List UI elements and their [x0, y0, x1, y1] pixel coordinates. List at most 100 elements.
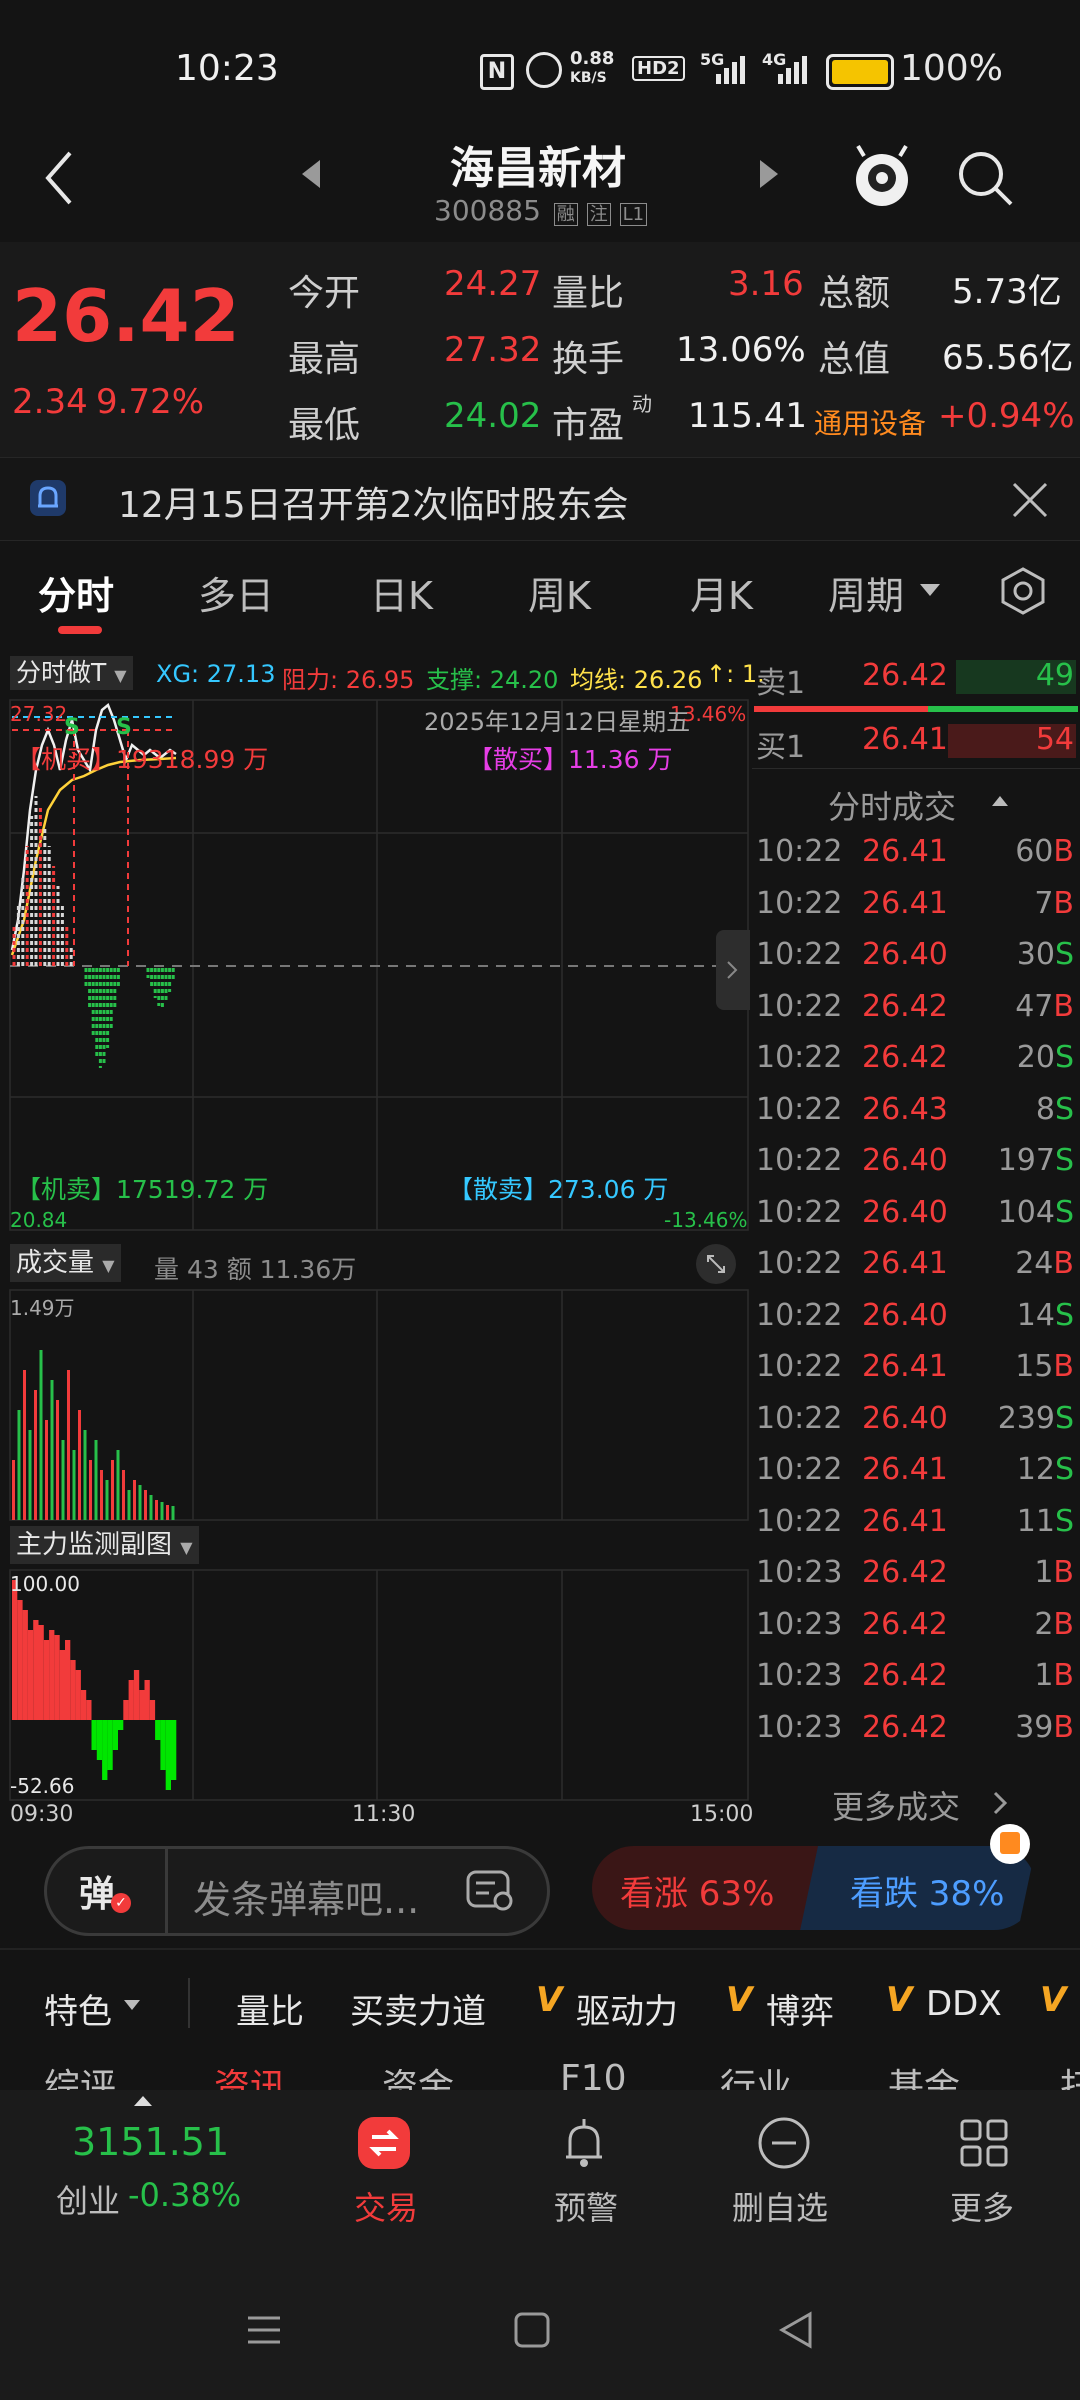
search-icon[interactable]: [955, 148, 1015, 208]
tab-monthly-k[interactable]: 月K: [690, 565, 753, 620]
volume-bar: [133, 1480, 136, 1520]
robot-assistant-icon[interactable]: [850, 142, 914, 212]
back-nav-icon[interactable]: [776, 2310, 816, 2350]
prev-stock-icon[interactable]: [300, 158, 324, 190]
feature-driving-force[interactable]: 驱动力: [576, 1984, 678, 2033]
price-change-pct: 9.72%: [96, 382, 205, 422]
trade-price: 26.40: [862, 1400, 948, 1436]
section-tab-more[interactable]: 扫: [1060, 2060, 1080, 2090]
tab-multi-day[interactable]: 多日: [198, 565, 274, 620]
volume-ratio-label: 量比: [552, 273, 625, 314]
index-value: 3151.51: [72, 2120, 230, 2164]
caret-up-icon[interactable]: [990, 792, 1010, 808]
section-tab-overview[interactable]: 综评: [44, 2060, 116, 2090]
index-ticker[interactable]: 3151.51 创业 -0.38%: [40, 2120, 260, 2230]
volume-bar: [144, 1490, 147, 1520]
section-tab-news[interactable]: 资讯: [214, 2060, 286, 2090]
tab-intraday[interactable]: 分时: [38, 565, 114, 620]
buy1-label: 买1: [756, 730, 806, 765]
sub-chart-selector[interactable]: 主力监测副图 ▼: [10, 1526, 199, 1564]
main-force-bar-down: [107, 1720, 113, 1770]
main-force-bar-up: [144, 1680, 150, 1720]
next-stock-icon[interactable]: [756, 158, 780, 190]
chart-expand-handle[interactable]: [716, 930, 750, 1010]
intraday-chart-panel[interactable]: SS 分时做T ▼ XG: 27.13 阻力: 26.95 支撑: 24.20 …: [0, 650, 765, 1830]
buy1-row: 买1 26.41 54: [752, 716, 1080, 768]
support-value: 支撑: 24.20: [426, 666, 559, 694]
bull-vote-button[interactable]: 看涨 63%: [592, 1846, 832, 1930]
section-tab-fund[interactable]: 基金: [888, 2060, 960, 2090]
bottom-area: 弹 ✓ 发条弹幕吧... 看涨 63% 看跌 38% 特色 量比 买卖力道 V …: [0, 1824, 1080, 2400]
feature-ddx[interactable]: DDX: [926, 1984, 1002, 2024]
volume-bar: [78, 1410, 81, 1520]
danmu-toggle[interactable]: 弹 ✓: [47, 1849, 168, 1933]
nav-remove-watchlist[interactable]: 删自选: [710, 2115, 860, 2235]
notice-bar[interactable]: 12月15日召开第2次临时股东会: [0, 457, 1080, 541]
trade-row: 10:22 26.41 7B: [752, 882, 1080, 934]
high-label: 最高: [288, 339, 361, 380]
main-force-bar-down: [96, 1720, 103, 1760]
chart-date: 2025年12月12日星期五: [424, 708, 691, 736]
chevron-down-icon: [920, 584, 940, 596]
section-tab-f10[interactable]: F10: [560, 2060, 627, 2090]
back-icon[interactable]: [40, 148, 80, 208]
main-force-bar-down: [118, 1720, 124, 1730]
menu-icon[interactable]: [244, 2310, 284, 2350]
trade-volume: 7B: [1034, 886, 1074, 921]
feature-menu[interactable]: 特色: [44, 1984, 112, 2033]
nav-trade[interactable]: 交易: [310, 2115, 460, 2235]
industry-name[interactable]: 通用设备: [814, 402, 926, 442]
average-value: 均线: 26.26: [570, 666, 703, 694]
nav-alert[interactable]: 预警: [510, 2115, 660, 2235]
price-change: 2.34: [12, 382, 88, 422]
trade-time: 10:23: [756, 1709, 843, 1745]
last-price: 26.42: [12, 274, 240, 358]
fullscreen-icon[interactable]: [694, 1242, 738, 1286]
nav-more[interactable]: 更多: [910, 2115, 1060, 2235]
tab-daily-k[interactable]: 日K: [370, 565, 433, 620]
trade-price: 26.42: [862, 1658, 948, 1693]
indicator-dropdown-icon: ▼: [114, 666, 127, 685]
trade-price: 26.41: [862, 1349, 948, 1384]
volume-bar: [171, 1506, 175, 1520]
more-trades-link[interactable]: 更多成交: [832, 1782, 960, 1828]
trade-row: 10:22 26.40 239S: [752, 1397, 1080, 1449]
trade-side: S: [1054, 1503, 1074, 1539]
trade-volume: 2B: [1034, 1607, 1074, 1642]
trade-list[interactable]: 10:22 26.41 60B 10:22 26.41 7B 10:22 26.40 30S 10…: [752, 830, 1080, 1770]
trade-price: 26.42: [862, 988, 948, 1024]
chart-period-tabs: 分时 多日 日K 周K 月K 周期: [0, 540, 1080, 640]
close-icon[interactable]: [1010, 480, 1050, 520]
volume-bar: [122, 1470, 125, 1520]
tab-period[interactable]: 周期: [828, 565, 904, 620]
sub-chart-label: 主力监测副图: [16, 1530, 173, 1560]
stock-name: 海昌新材: [450, 143, 626, 194]
danmu-input-box[interactable]: 弹 ✓ 发条弹幕吧...: [44, 1846, 550, 1936]
feature-volume-ratio[interactable]: 量比: [236, 1984, 304, 2033]
main-force-bar-up: [70, 1660, 76, 1720]
section-tab-industry[interactable]: 行业: [720, 2060, 792, 2090]
trade-price: 26.43: [862, 1091, 948, 1127]
tab-weekly-k[interactable]: 周K: [528, 565, 591, 620]
feature-buy-sell-power[interactable]: 买卖力道: [350, 1984, 486, 2033]
home-icon[interactable]: [512, 2310, 552, 2350]
main-force-bar-up: [75, 1670, 81, 1720]
trade-price: 26.42: [862, 1555, 948, 1590]
trade-row: 10:23 26.42 39B: [752, 1706, 1080, 1758]
order-book-panel: 卖1 26.42 49 买1 26.41 54 分时成交 10:22 26.41 6…: [752, 650, 1080, 1830]
settings-icon[interactable]: [998, 566, 1048, 616]
volume-selector[interactable]: 成交量 ▼: [10, 1244, 121, 1282]
section-tab-funds[interactable]: 资金: [382, 2060, 454, 2090]
price-axis-low: 20.84: [10, 1208, 68, 1232]
battery-icon: [826, 54, 894, 90]
trade-volume: 104S: [998, 1195, 1074, 1230]
active-tab-indicator: [58, 626, 102, 634]
trade-side: S: [1054, 1143, 1074, 1178]
trade-time: 10:22: [756, 1452, 843, 1487]
indicator-selector[interactable]: 分时做T ▼: [10, 656, 133, 690]
trade-side: B: [1053, 885, 1074, 921]
trade-volume-value: 60: [1015, 834, 1054, 869]
danmu-settings-icon[interactable]: [465, 1869, 515, 1913]
volume-bar: [89, 1460, 92, 1520]
feature-game[interactable]: 博弈: [766, 1984, 834, 2033]
